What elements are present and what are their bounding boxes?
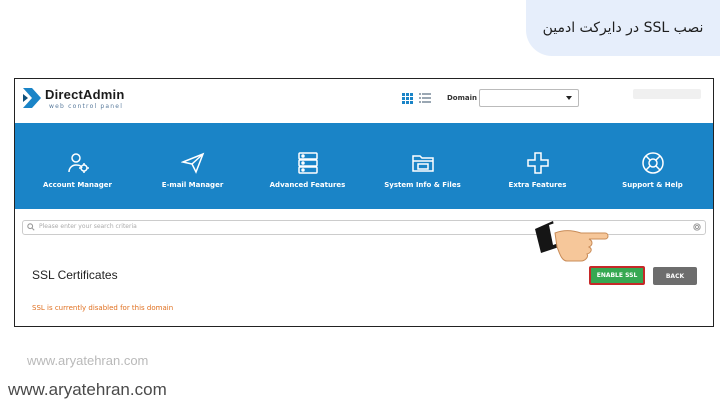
logo[interactable]: DirectAdmin web control panel [23,87,163,117]
chevron-down-icon [566,96,572,100]
screenshot-frame: DirectAdmin web control panel Domain Acc… [14,78,714,327]
gear-icon[interactable] [693,223,701,231]
account-manager-icon [68,153,89,173]
pointing-hand-icon [535,221,609,262]
nav-account-manager[interactable]: Account Manager [20,123,135,209]
nav-system-info-files[interactable]: System Info & Files [365,123,480,209]
nav-label: Extra Features [508,181,567,189]
search-icon [27,223,35,231]
top-bar: DirectAdmin web control panel Domain [15,79,713,123]
ssl-status-message: SSL is currently disabled for this domai… [32,304,174,312]
paper-plane-icon [181,152,205,174]
nav-label: Advanced Features [269,181,346,189]
nav-label: System Info & Files [384,181,461,189]
back-label: BACK [665,272,685,280]
server-stack-icon [298,152,318,174]
nav-email-manager[interactable]: E-mail Manager [135,123,250,209]
nav-label: E-mail Manager [161,181,224,189]
nav-advanced-features[interactable]: Advanced Features [250,123,365,209]
enable-ssl-button[interactable]: ENABLE SSL [589,266,645,285]
nav-bar: Account Manager E-mail Manager Advanced … [15,123,713,209]
enable-ssl-label: ENABLE SSL [596,272,638,279]
domain-label: Domain [447,94,478,102]
grid-view-icon[interactable] [402,93,413,104]
plus-icon [527,152,549,174]
directadmin-logo-icon [23,88,41,108]
domain-select[interactable] [479,89,579,107]
nav-extra-features[interactable]: Extra Features [480,123,595,209]
nav-support-help[interactable]: Support & Help [595,123,710,209]
nav-label: Support & Help [622,181,683,189]
caption-title: نصب SSL در دایرکت ادمین [542,20,704,36]
user-menu[interactable] [633,89,701,99]
list-view-icon[interactable] [419,93,431,104]
page-title: SSL Certificates [32,268,118,282]
watermark-faded: www.aryatehran.com [27,353,149,368]
logo-name: DirectAdmin [45,87,125,102]
logo-tagline: web control panel [49,103,124,110]
watermark-main: www.aryatehran.com [8,380,167,399]
nav-label: Account Manager [43,181,112,189]
caption-bubble: نصب SSL در دایرکت ادمین [526,0,720,56]
search-placeholder: Please enter your search criteria [39,223,137,230]
back-button[interactable]: BACK [653,267,697,285]
lifebuoy-icon [642,152,664,174]
folder-icon [412,155,434,172]
